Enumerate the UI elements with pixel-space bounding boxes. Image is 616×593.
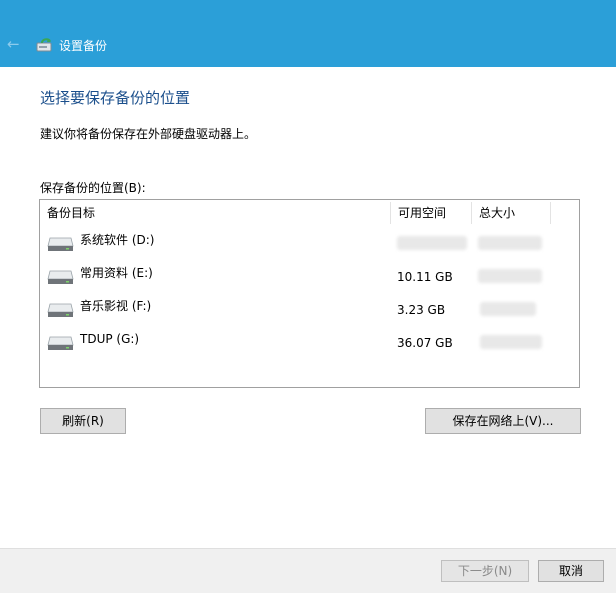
- redacted-total-size: [478, 236, 542, 250]
- page-heading: 选择要保存备份的位置: [40, 89, 191, 107]
- next-button[interactable]: 下一步(N): [441, 560, 529, 582]
- cancel-button[interactable]: 取消: [538, 560, 604, 582]
- list-item[interactable]: TDUP (G:) 36.07 GB: [40, 327, 579, 355]
- redacted-total-size: [478, 269, 542, 283]
- list-item[interactable]: 音乐影视 (F:) 3.23 GB: [40, 294, 579, 322]
- backup-location-list[interactable]: 备份目标 可用空间 总大小 系统软件 (D:) 常用资料 (E:) 10.11 …: [39, 199, 580, 388]
- title-bar: ← 设置备份: [0, 0, 616, 67]
- hard-drive-icon: [47, 303, 74, 317]
- list-item[interactable]: 常用资料 (E:) 10.11 GB: [40, 261, 579, 289]
- drive-name: 常用资料 (E:): [80, 266, 153, 280]
- drive-name: 系统软件 (D:): [80, 233, 155, 247]
- footer-bar: 下一步(N) 取消: [0, 548, 616, 593]
- free-space-value: 10.11 GB: [397, 270, 453, 284]
- column-header-free-space[interactable]: 可用空间: [391, 200, 471, 226]
- backup-location-label: 保存备份的位置(B):: [40, 181, 146, 195]
- refresh-button[interactable]: 刷新(R): [40, 408, 126, 434]
- hard-drive-icon: [47, 270, 74, 284]
- drive-name: TDUP (G:): [80, 332, 140, 346]
- redacted-total-size: [480, 302, 536, 316]
- backup-app-icon: [36, 38, 52, 52]
- back-arrow-icon[interactable]: ←: [7, 36, 23, 52]
- column-header-target[interactable]: 备份目标: [40, 200, 390, 226]
- column-header-total-size[interactable]: 总大小: [472, 200, 550, 226]
- hard-drive-icon: [47, 237, 74, 251]
- free-space-value: 3.23 GB: [397, 303, 446, 317]
- save-on-network-button[interactable]: 保存在网络上(V)...: [425, 408, 581, 434]
- recommendation-text: 建议你将备份保存在外部硬盘驱动器上。: [40, 127, 257, 141]
- redacted-free-space: [397, 236, 467, 250]
- list-item[interactable]: 系统软件 (D:): [40, 228, 579, 256]
- redacted-total-size: [480, 335, 542, 349]
- drive-name: 音乐影视 (F:): [80, 299, 152, 313]
- free-space-value: 36.07 GB: [397, 336, 453, 350]
- hard-drive-icon: [47, 336, 74, 350]
- column-separator[interactable]: [550, 202, 551, 224]
- window-title: 设置备份: [59, 39, 108, 53]
